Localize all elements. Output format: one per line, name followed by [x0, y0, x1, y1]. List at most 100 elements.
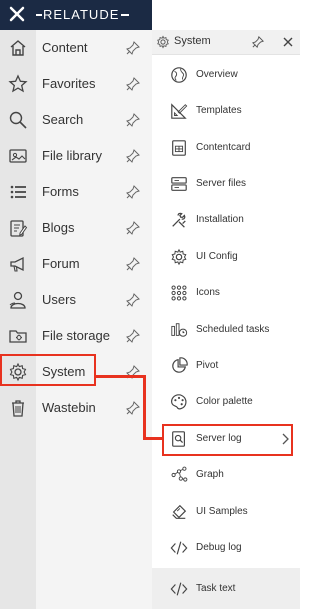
list-icon — [8, 182, 28, 202]
graph-nodes-icon — [170, 466, 188, 484]
submenu-item-templates[interactable]: Templates — [152, 93, 300, 129]
nav-item-system[interactable]: System — [0, 354, 152, 390]
scheduled-tasks-icon — [170, 321, 188, 339]
submenu-item-label: Scheduled tasks — [196, 324, 270, 335]
submenu-item-label: UI Config — [196, 251, 238, 262]
log-search-icon — [170, 430, 188, 448]
close-icon[interactable] — [8, 5, 26, 23]
gear-icon — [8, 362, 28, 382]
chevron-right-icon[interactable] — [280, 433, 290, 445]
submenu-item-debug-log[interactable]: Debug log — [152, 530, 300, 566]
pin-icon[interactable] — [126, 401, 140, 415]
blog-edit-icon — [8, 218, 28, 238]
pin-icon[interactable] — [126, 293, 140, 307]
submenu-item-server-files[interactable]: Server files — [152, 166, 300, 202]
nav-item-label: System — [42, 364, 86, 379]
ruler-pencil-icon — [170, 102, 188, 120]
nav-item-blogs[interactable]: Blogs — [0, 210, 152, 246]
submenu-item-ui-config[interactable]: UI Config — [152, 239, 300, 275]
submenu-item-label: Overview — [196, 69, 238, 80]
code-icon — [170, 580, 188, 598]
submenu-item-label: Installation — [196, 214, 244, 225]
nav-item-label: File library — [42, 148, 102, 163]
nav-item-users[interactable]: Users — [0, 282, 152, 318]
submenu-item-label: UI Samples — [196, 506, 248, 517]
submenu-item-label: Icons — [196, 287, 220, 298]
submenu-header: System — [152, 30, 300, 55]
nav-item-label: File storage — [42, 328, 110, 343]
submenu-item-label: Color palette — [196, 396, 253, 407]
nav-item-label: Search — [42, 112, 84, 127]
submenu-item-label: Templates — [196, 105, 242, 116]
nav-item-label: Forum — [42, 256, 80, 271]
submenu-item-server-log[interactable]: Server log — [152, 421, 300, 457]
brand-logo-text: RELATUDE — [43, 7, 120, 22]
nav-item-favorites[interactable]: Favorites — [0, 66, 152, 102]
globe-icon — [170, 66, 188, 84]
main-navigation: Content Favorites Search File library Fo… — [0, 30, 152, 609]
pin-icon[interactable] — [126, 41, 140, 55]
magnifier-icon — [8, 110, 28, 130]
pin-icon[interactable] — [126, 257, 140, 271]
submenu-item-icons[interactable]: Icons — [152, 275, 300, 311]
logo-dash-icon — [36, 14, 42, 16]
tools-icon — [170, 211, 188, 229]
pie-chart-icon — [170, 357, 188, 375]
nav-item-label: Wastebin — [42, 400, 96, 415]
submenu-title: System — [174, 35, 211, 47]
gear-icon — [156, 35, 170, 49]
palette-icon — [170, 393, 188, 411]
nav-item-label: Content — [42, 40, 88, 55]
house-icon — [8, 38, 28, 58]
folder-gear-icon — [8, 326, 28, 346]
nav-item-label: Blogs — [42, 220, 75, 235]
submenu-item-installation[interactable]: Installation — [152, 202, 300, 238]
submenu-item-label: Server log — [196, 433, 242, 444]
brand-logo[interactable]: RELATUDE — [36, 7, 130, 22]
submenu-item-pivot[interactable]: Pivot — [152, 348, 300, 384]
pin-icon[interactable] — [126, 365, 140, 379]
card-grid-icon — [170, 139, 188, 157]
image-card-icon — [8, 146, 28, 166]
footer-label: Task text — [196, 583, 236, 594]
star-icon — [8, 74, 28, 94]
submenu-item-ui-samples[interactable]: UI Samples — [152, 494, 300, 530]
submenu-item-color-palette[interactable]: Color palette — [152, 384, 300, 420]
pin-icon[interactable] — [126, 221, 140, 235]
nav-item-forum[interactable]: Forum — [0, 246, 152, 282]
submenu-item-label: Debug log — [196, 542, 242, 553]
pin-icon[interactable] — [126, 185, 140, 199]
submenu-item-overview[interactable]: Overview — [152, 57, 300, 93]
nav-item-forms[interactable]: Forms — [0, 174, 152, 210]
megaphone-icon — [8, 254, 28, 274]
pin-icon[interactable] — [126, 329, 140, 343]
submenu-item-label: Pivot — [196, 360, 219, 371]
submenu-item-scheduled-tasks[interactable]: Scheduled tasks — [152, 312, 300, 348]
nav-item-content[interactable]: Content — [0, 30, 152, 66]
close-icon[interactable] — [282, 36, 294, 48]
nav-item-search[interactable]: Search — [0, 102, 152, 138]
nav-item-label: Favorites — [42, 76, 96, 91]
nav-item-file-library[interactable]: File library — [0, 138, 152, 174]
server-icon — [170, 175, 188, 193]
pin-icon[interactable] — [126, 113, 140, 127]
pin-icon[interactable] — [252, 36, 264, 48]
pin-icon[interactable] — [126, 149, 140, 163]
nav-item-label: Forms — [42, 184, 79, 199]
samples-icon — [170, 503, 188, 521]
top-bar: RELATUDE — [0, 0, 152, 30]
gear-icon — [170, 248, 188, 266]
submenu-item-label: Contentcard — [196, 142, 251, 153]
dots-grid-icon — [170, 284, 188, 302]
trash-icon — [8, 398, 28, 418]
nav-item-wastebin[interactable]: Wastebin — [0, 390, 152, 426]
pin-icon[interactable] — [126, 77, 140, 91]
submenu-item-label: Server files — [196, 178, 247, 189]
nav-item-label: Users — [42, 292, 76, 307]
submenu-footer-task-text[interactable]: Task text — [152, 568, 300, 609]
submenu-item-contentcard[interactable]: Contentcard — [152, 130, 300, 166]
logo-cursor-icon — [121, 14, 130, 16]
submenu-item-graph[interactable]: Graph — [152, 457, 300, 493]
nav-item-file-storage[interactable]: File storage — [0, 318, 152, 354]
users-icon — [8, 290, 28, 310]
